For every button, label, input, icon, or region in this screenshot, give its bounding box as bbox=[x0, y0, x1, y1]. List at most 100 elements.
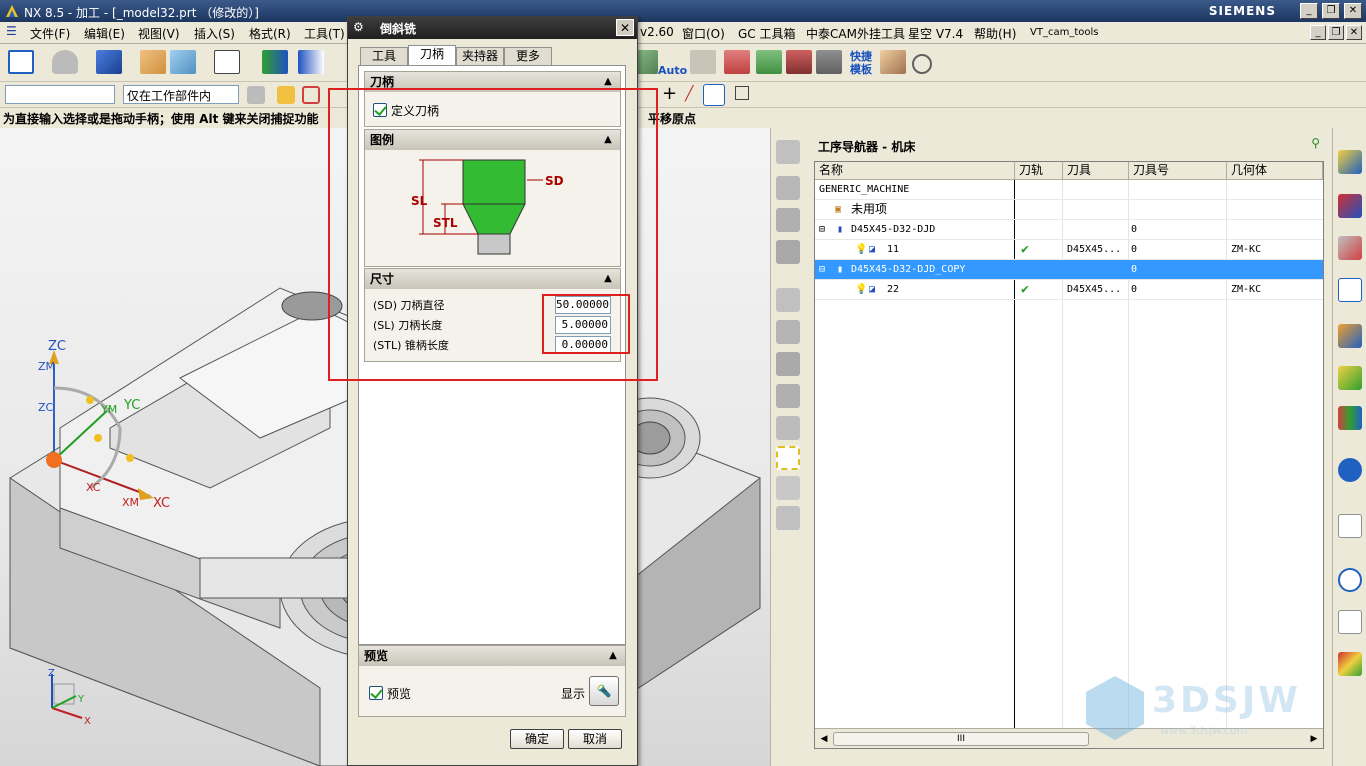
mill-icon[interactable] bbox=[756, 50, 782, 74]
col-path[interactable]: 刀轨 bbox=[1015, 162, 1063, 180]
menu-view[interactable]: 视图(V) bbox=[138, 25, 180, 42]
col-name[interactable]: 名称 bbox=[815, 162, 1015, 180]
chevron-up-icon[interactable]: ▲ bbox=[605, 648, 621, 663]
op-icon[interactable] bbox=[690, 50, 716, 74]
cube-icon[interactable] bbox=[96, 50, 122, 74]
menu-insert[interactable]: 插入(S) bbox=[194, 25, 235, 42]
doc-close-button[interactable]: ✕ bbox=[1346, 25, 1362, 40]
roles-icon[interactable] bbox=[1338, 610, 1362, 634]
col-tool[interactable]: 刀具 bbox=[1063, 162, 1129, 180]
menu-file[interactable]: 文件(F) bbox=[30, 25, 70, 42]
machine-tool-icon[interactable] bbox=[1338, 324, 1362, 348]
reuse-library-icon[interactable] bbox=[1338, 366, 1362, 390]
doc-minimize-button[interactable]: _ bbox=[1310, 25, 1326, 40]
program-icon[interactable] bbox=[776, 176, 800, 200]
table-row[interactable]: ▣ 未用项 bbox=[815, 200, 1323, 220]
operation-icon: ◪ bbox=[869, 244, 876, 255]
tab-clamp[interactable]: 夹持器 bbox=[456, 47, 504, 66]
fit-icon[interactable] bbox=[8, 50, 34, 74]
flashlight-icon[interactable]: 🔦 bbox=[589, 676, 619, 706]
col-geometry[interactable]: 几何体 bbox=[1227, 162, 1323, 180]
operation-navigator-icon[interactable] bbox=[1338, 278, 1362, 302]
assembly-navigator-icon[interactable] bbox=[1338, 150, 1362, 174]
table-row[interactable]: GENERIC_MACHINE bbox=[815, 180, 1323, 200]
tab-more[interactable]: 更多 bbox=[504, 47, 552, 66]
view-icon[interactable] bbox=[703, 84, 725, 106]
frame-icon[interactable] bbox=[214, 50, 240, 74]
menu-version[interactable]: v2.60 bbox=[640, 25, 674, 39]
auto-button[interactable]: Auto bbox=[658, 52, 687, 77]
box-icon[interactable] bbox=[880, 50, 906, 74]
close-window-button[interactable]: ✕ bbox=[1344, 3, 1362, 19]
shade-icon[interactable] bbox=[140, 50, 166, 74]
circle-icon[interactable] bbox=[912, 54, 932, 74]
move-icon[interactable] bbox=[298, 50, 324, 74]
table-row[interactable]: 💡 ◪ 22 ✔ D45X45... 0 ZM-KC bbox=[815, 280, 1323, 300]
horizontal-scrollbar[interactable]: ◀ III ▶ bbox=[815, 728, 1323, 748]
tab-holder[interactable]: 刀柄 bbox=[408, 45, 456, 66]
op8-icon[interactable] bbox=[776, 506, 800, 530]
cross-icon[interactable]: + bbox=[662, 85, 680, 104]
constraint-navigator-icon[interactable] bbox=[1338, 194, 1362, 218]
menu-edit[interactable]: 编辑(E) bbox=[84, 25, 125, 42]
list-icon[interactable] bbox=[816, 50, 842, 74]
table-row-selected[interactable]: ⊟ ▮ D45X45-D32-DJD_COPY 0 bbox=[815, 260, 1323, 280]
machine-icon[interactable] bbox=[776, 140, 800, 164]
menu-gc-toolbox[interactable]: GC 工具箱 bbox=[738, 25, 796, 42]
part-navigator-icon[interactable] bbox=[1338, 236, 1362, 260]
menu-tools[interactable]: 工具(T) bbox=[304, 25, 345, 42]
line-icon[interactable]: ╱ bbox=[685, 86, 703, 104]
maximize-button[interactable]: ❐ bbox=[1322, 3, 1340, 19]
scroll-thumb[interactable]: III bbox=[833, 732, 1089, 746]
menu-window[interactable]: 窗口(O) bbox=[682, 25, 725, 42]
table-row[interactable]: 💡 ◪ 11 ✔ D45X45... 0 ZM-KC bbox=[815, 240, 1323, 260]
menu-xingkong[interactable]: 星空 V7.4 bbox=[908, 25, 963, 42]
preview-checkbox[interactable] bbox=[369, 686, 383, 700]
tool-icon[interactable] bbox=[52, 50, 78, 74]
cut-icon[interactable] bbox=[724, 50, 750, 74]
grid-icon[interactable] bbox=[735, 86, 749, 100]
pin-icon[interactable]: ⚲ bbox=[1311, 136, 1320, 150]
info-icon[interactable] bbox=[1338, 458, 1362, 482]
method-icon[interactable] bbox=[776, 240, 800, 264]
op5-icon[interactable] bbox=[776, 416, 800, 440]
snap-icon[interactable] bbox=[247, 86, 265, 104]
table-row[interactable]: ⊟ ▮ D45X45-D32-DJD 0 bbox=[815, 220, 1323, 240]
menu-zhongtai-cam[interactable]: 中泰CAM外挂工具 bbox=[806, 25, 905, 42]
drill-icon[interactable] bbox=[786, 50, 812, 74]
scroll-right-icon[interactable]: ▶ bbox=[1307, 732, 1321, 746]
point-icon[interactable] bbox=[302, 86, 320, 104]
menu-vt-cam-tools[interactable]: VT_cam_tools bbox=[1030, 27, 1098, 38]
preview-group-header[interactable]: 预览 bbox=[359, 646, 625, 666]
scroll-left-icon[interactable]: ◀ bbox=[817, 732, 831, 746]
web-icon[interactable] bbox=[1338, 514, 1362, 538]
palette-icon[interactable] bbox=[1338, 652, 1362, 676]
tab-tool[interactable]: 工具 bbox=[360, 47, 408, 66]
close-icon[interactable]: ✕ bbox=[616, 19, 634, 36]
collapse-icon[interactable]: ⊟ bbox=[819, 260, 825, 279]
op7-icon[interactable] bbox=[776, 476, 800, 500]
menu-help[interactable]: 帮助(H) bbox=[974, 25, 1016, 42]
op2-icon[interactable] bbox=[776, 320, 800, 344]
chevron-up-icon[interactable]: ▲ bbox=[600, 74, 616, 89]
minimize-button[interactable]: _ bbox=[1300, 3, 1318, 19]
op6-icon[interactable] bbox=[776, 446, 800, 470]
ok-button[interactable]: 确定 bbox=[510, 729, 564, 749]
doc-restore-button[interactable]: ❐ bbox=[1328, 25, 1344, 40]
orient-icon[interactable] bbox=[262, 50, 288, 74]
cancel-button[interactable]: 取消 bbox=[568, 729, 622, 749]
menu-format[interactable]: 格式(R) bbox=[249, 25, 291, 42]
clock-icon[interactable] bbox=[1338, 568, 1362, 592]
geometry-icon[interactable] bbox=[776, 208, 800, 232]
template-button[interactable]: 快捷模板 bbox=[848, 50, 874, 78]
op3-icon[interactable] bbox=[776, 352, 800, 376]
library-icon[interactable] bbox=[1338, 406, 1362, 430]
col-tool-no[interactable]: 刀具号 bbox=[1129, 162, 1227, 180]
face-icon[interactable] bbox=[170, 50, 196, 74]
op4-icon[interactable] bbox=[776, 384, 800, 408]
scope-filter-select[interactable]: 仅在工作部件内 bbox=[123, 85, 239, 104]
select-icon[interactable] bbox=[277, 86, 295, 104]
type-filter-select[interactable] bbox=[5, 85, 115, 104]
op1-icon[interactable] bbox=[776, 288, 800, 312]
collapse-icon[interactable]: ⊟ bbox=[819, 220, 825, 239]
